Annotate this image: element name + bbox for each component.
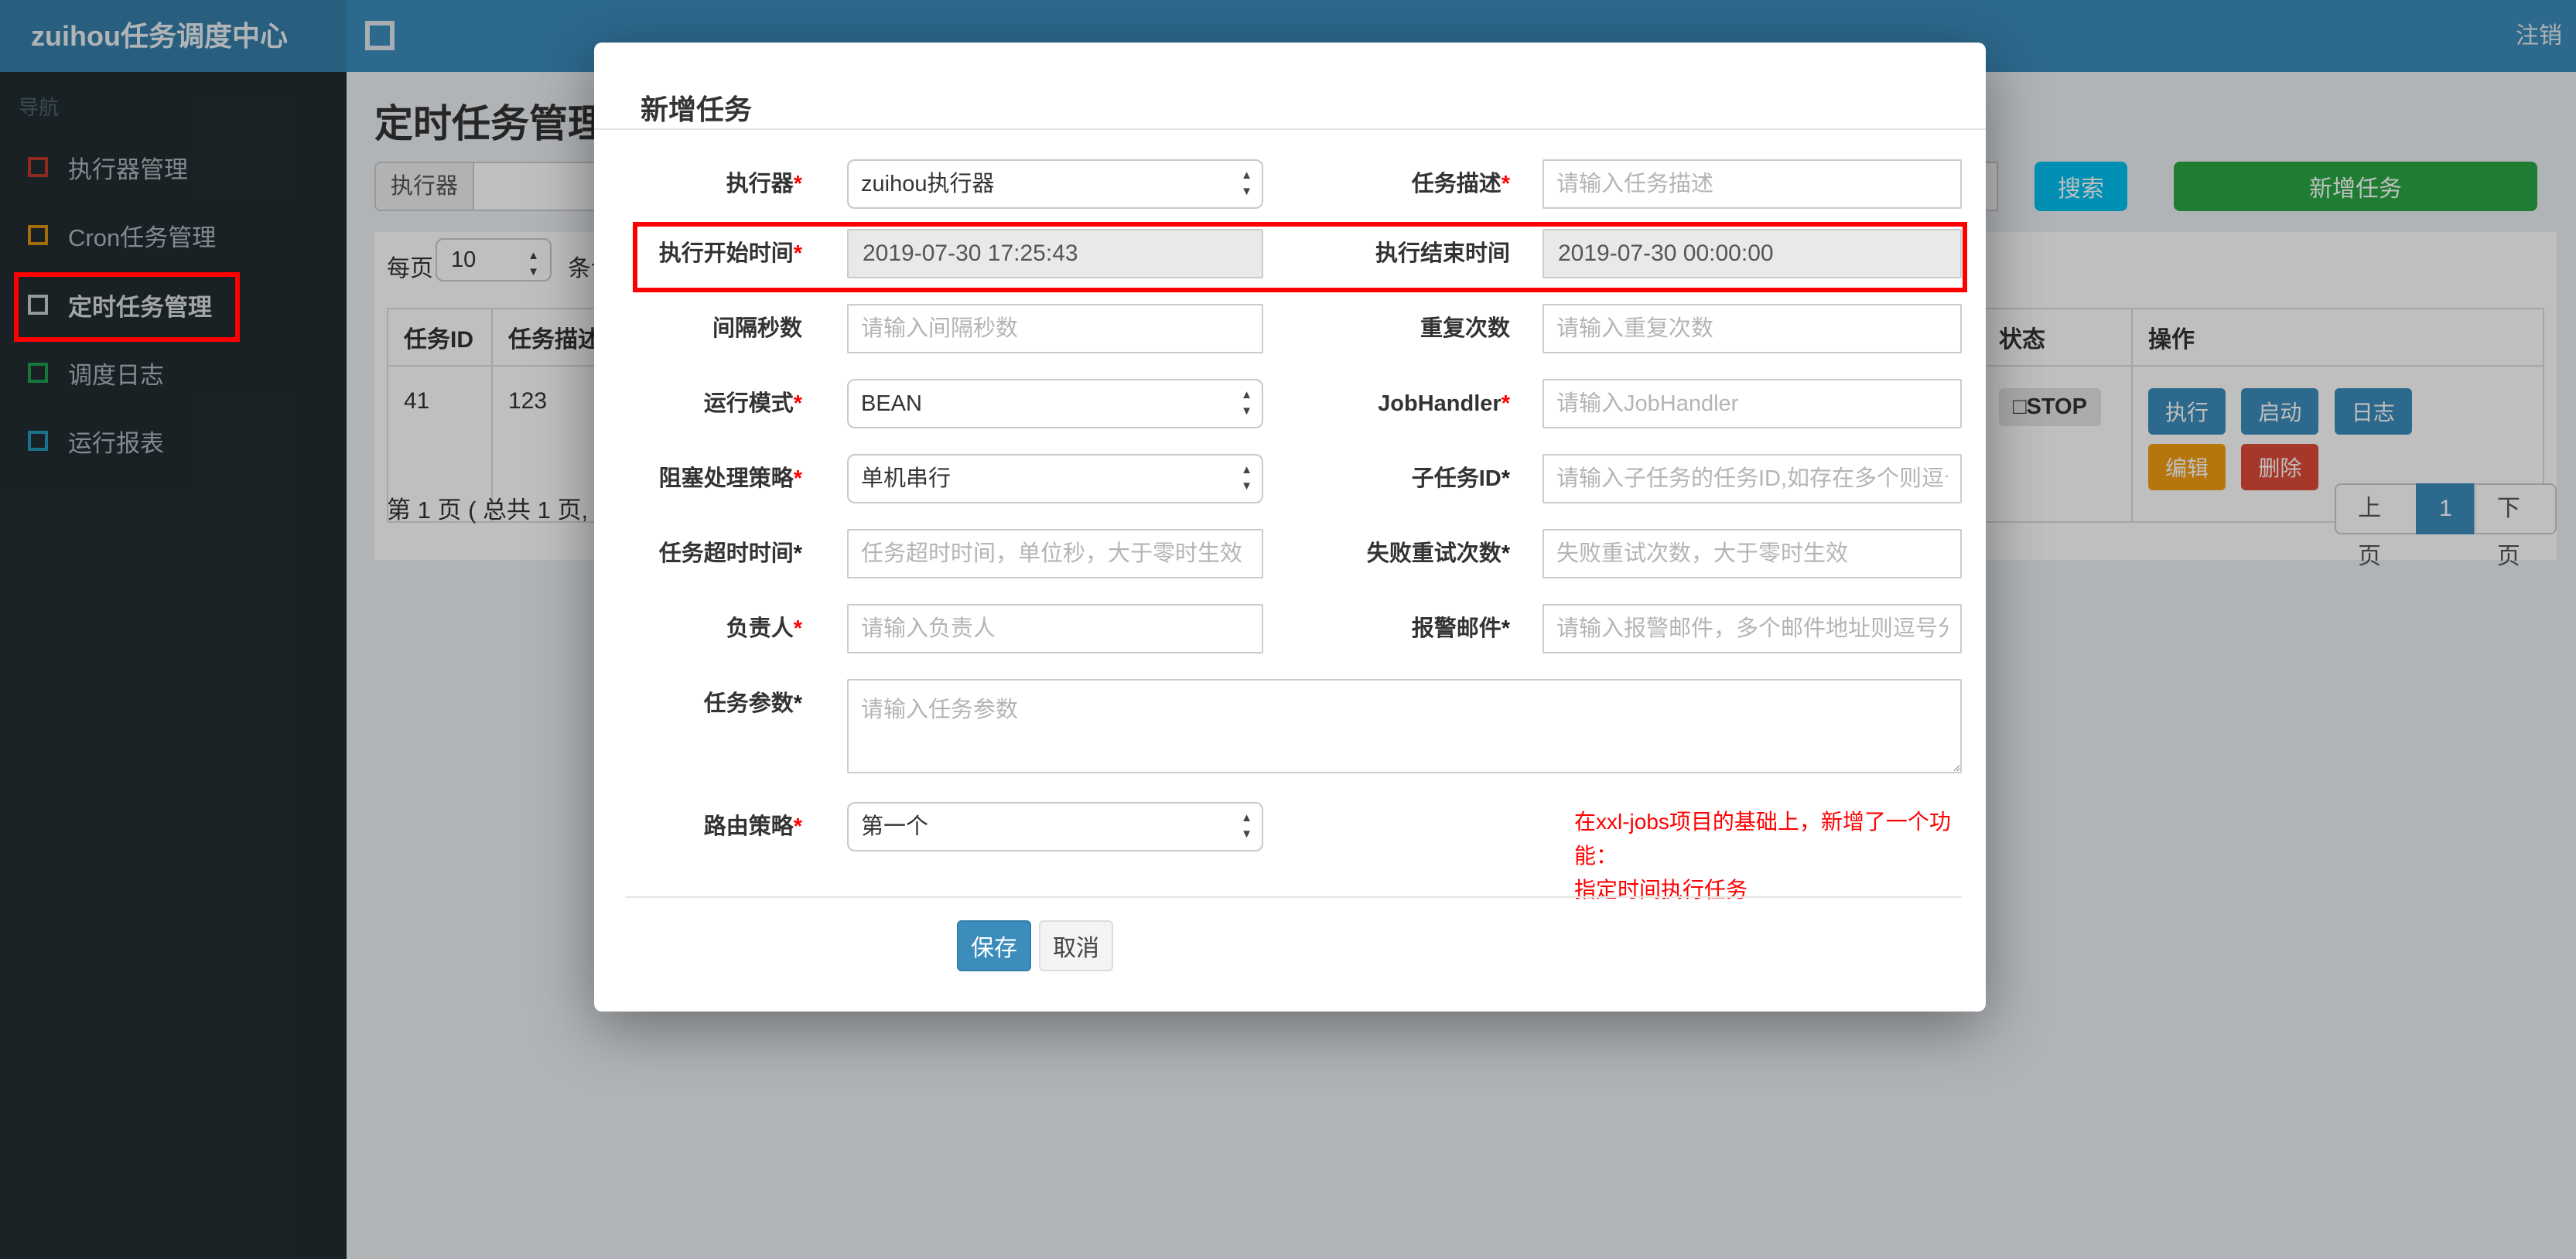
interval-seconds-input[interactable]	[847, 304, 1263, 353]
form-row-owner: 负责人* 报警邮件*	[625, 604, 1962, 653]
exec-end-time-field[interactable]: 2019-07-30 00:00:00	[1543, 229, 1962, 278]
modal-title: 新增任务	[641, 94, 753, 125]
required-mark: *	[793, 391, 802, 416]
form-row-timeout: 任务超时时间* 失败重试次数*	[625, 529, 1962, 578]
divider	[625, 896, 1962, 898]
run-mode-select[interactable]: BEAN	[847, 379, 1263, 428]
task-desc-input[interactable]	[1543, 159, 1962, 209]
save-button[interactable]: 保存	[957, 920, 1031, 971]
cancel-button[interactable]: 取消	[1039, 920, 1113, 971]
form-row-task-param: 任务参数*	[625, 679, 1962, 773]
divider	[594, 128, 1986, 130]
retry-count-input[interactable]	[1543, 529, 1962, 578]
form-row-executor: 执行器* zuihou执行器 ▲ ▼ 任务描述*	[625, 159, 1962, 209]
required-mark: *	[1501, 391, 1510, 416]
alarm-email-input[interactable]	[1543, 604, 1962, 653]
jobhandler-input[interactable]	[1543, 379, 1962, 428]
block-strategy-select[interactable]: 单机串行	[847, 454, 1263, 503]
required-mark: *	[793, 466, 802, 491]
task-param-textarea[interactable]	[847, 679, 1962, 773]
exec-start-time-field[interactable]: 2019-07-30 17:25:43	[847, 229, 1263, 278]
required-mark: *	[793, 241, 802, 266]
add-task-modal: 新增任务 执行器* zuihou执行器▲▼ 任务描述* 执行开始时间* 2019…	[594, 43, 1986, 1012]
add-task-form: 执行器* zuihou执行器▲▼ 任务描述* 执行开始时间* 2019-07-3…	[625, 159, 1962, 902]
required-mark: *	[793, 541, 802, 566]
form-row-block-strategy: 阻塞处理策略* 单机串行 ▲ ▼ 子任务ID*	[625, 454, 1962, 503]
required-mark: *	[1501, 616, 1510, 641]
required-mark: *	[1501, 541, 1510, 566]
form-row-interval: 间隔秒数 重复次数	[625, 304, 1962, 353]
required-mark: *	[1501, 466, 1510, 491]
repeat-count-input[interactable]	[1543, 304, 1962, 353]
form-row-route-strategy: 路由策略* 第一个 ▲ ▼ 在xxl-jobs项目的基础上，新增了一个功能： 指定时…	[625, 802, 1962, 902]
required-mark: *	[793, 616, 802, 641]
child-task-id-input[interactable]	[1543, 454, 1962, 503]
route-strategy-select[interactable]: 第一个	[847, 802, 1263, 851]
required-mark: *	[793, 814, 802, 839]
required-mark: *	[1501, 172, 1510, 196]
owner-input[interactable]	[847, 604, 1263, 653]
required-mark: *	[793, 691, 802, 716]
executor-select[interactable]: zuihou执行器	[847, 159, 1263, 209]
required-mark: *	[793, 172, 802, 196]
task-timeout-input[interactable]	[847, 529, 1263, 578]
form-row-exec-time: 执行开始时间* 2019-07-30 17:25:43 执行结束时间 2019-…	[625, 229, 1962, 278]
form-row-run-mode: 运行模式* BEAN ▲ ▼ JobHandler*	[625, 379, 1962, 428]
red-annotation-box-sidebar	[14, 272, 240, 342]
feature-note: 在xxl-jobs项目的基础上，新增了一个功能： 指定时间执行任务	[1574, 810, 1951, 902]
